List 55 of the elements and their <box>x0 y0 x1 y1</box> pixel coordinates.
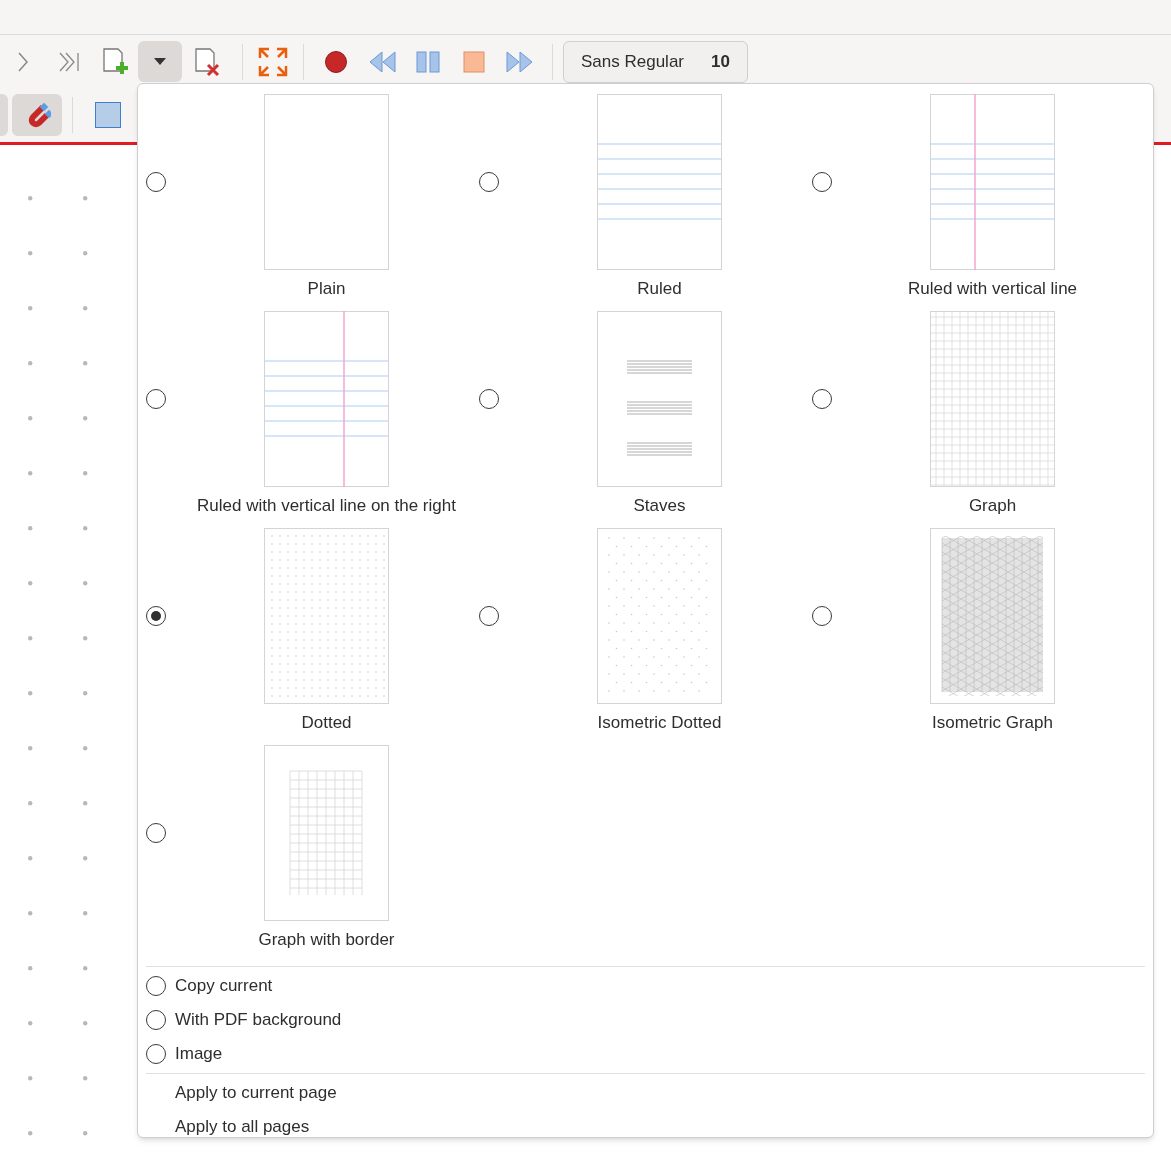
page-template-thumbnail[interactable] <box>264 745 389 921</box>
radio-button[interactable] <box>146 1010 166 1030</box>
rewind-icon[interactable] <box>367 49 397 74</box>
radio-button[interactable] <box>146 389 166 409</box>
page-template-thumbnail[interactable] <box>930 528 1055 704</box>
page-template-thumbnail[interactable] <box>264 94 389 270</box>
magnet-button[interactable] <box>12 94 62 136</box>
page-template-thumbnail[interactable] <box>597 528 722 704</box>
font-size-label: 10 <box>711 50 730 73</box>
template-label: Ruled <box>637 278 682 300</box>
radio-button[interactable] <box>146 1044 166 1064</box>
record-icon[interactable] <box>324 49 348 74</box>
add-page-icon[interactable] <box>101 46 129 77</box>
option-label: Image <box>175 1043 223 1066</box>
template-label: Plain <box>307 278 346 300</box>
dropdown-button[interactable] <box>138 41 182 82</box>
menu-item[interactable]: Apply to all pages <box>175 1114 310 1140</box>
rectangle-icon[interactable] <box>94 101 122 129</box>
template-label: Isometric Graph <box>932 712 1053 734</box>
delete-page-icon[interactable] <box>193 46 221 77</box>
fast-forward-icon[interactable] <box>505 49 535 74</box>
radio-button[interactable] <box>146 606 166 626</box>
page-template-thumbnail[interactable] <box>597 311 722 487</box>
page-template-thumbnail[interactable] <box>264 528 389 704</box>
radio-button[interactable] <box>812 172 832 192</box>
template-label: Dotted <box>301 712 352 734</box>
radio-button[interactable] <box>146 976 166 996</box>
template-label: Ruled with vertical line <box>907 278 1078 300</box>
fullscreen-icon[interactable] <box>258 46 288 77</box>
page-template-thumbnail[interactable] <box>930 311 1055 487</box>
pause-icon[interactable] <box>415 49 441 74</box>
radio-button[interactable] <box>146 823 166 843</box>
page-template-thumbnail[interactable] <box>264 311 389 487</box>
template-label: Graph <box>968 495 1017 517</box>
stop-icon[interactable] <box>462 49 486 74</box>
radio-button[interactable] <box>479 172 499 192</box>
last-page-icon[interactable] <box>58 50 80 73</box>
template-label: Staves <box>633 495 686 517</box>
next-page-icon[interactable] <box>17 50 29 73</box>
radio-button[interactable] <box>812 606 832 626</box>
radio-button[interactable] <box>479 606 499 626</box>
menu-item[interactable]: Apply to current page <box>175 1080 337 1106</box>
font-button[interactable]: Sans Regular 10 <box>563 40 748 83</box>
font-family-label: Sans Regular <box>581 50 684 73</box>
template-label: Graph with border <box>258 929 395 951</box>
radio-button[interactable] <box>479 389 499 409</box>
template-label: Ruled with vertical line on the right <box>197 495 456 517</box>
option-label: Copy current <box>175 975 273 998</box>
page-template-thumbnail[interactable] <box>597 94 722 270</box>
caret-icon <box>154 58 166 65</box>
page-template-thumbnail[interactable] <box>930 94 1055 270</box>
radio-button[interactable] <box>146 172 166 192</box>
option-label: With PDF background <box>175 1009 342 1032</box>
radio-button[interactable] <box>812 389 832 409</box>
template-label: Isometric Dotted <box>597 712 722 734</box>
